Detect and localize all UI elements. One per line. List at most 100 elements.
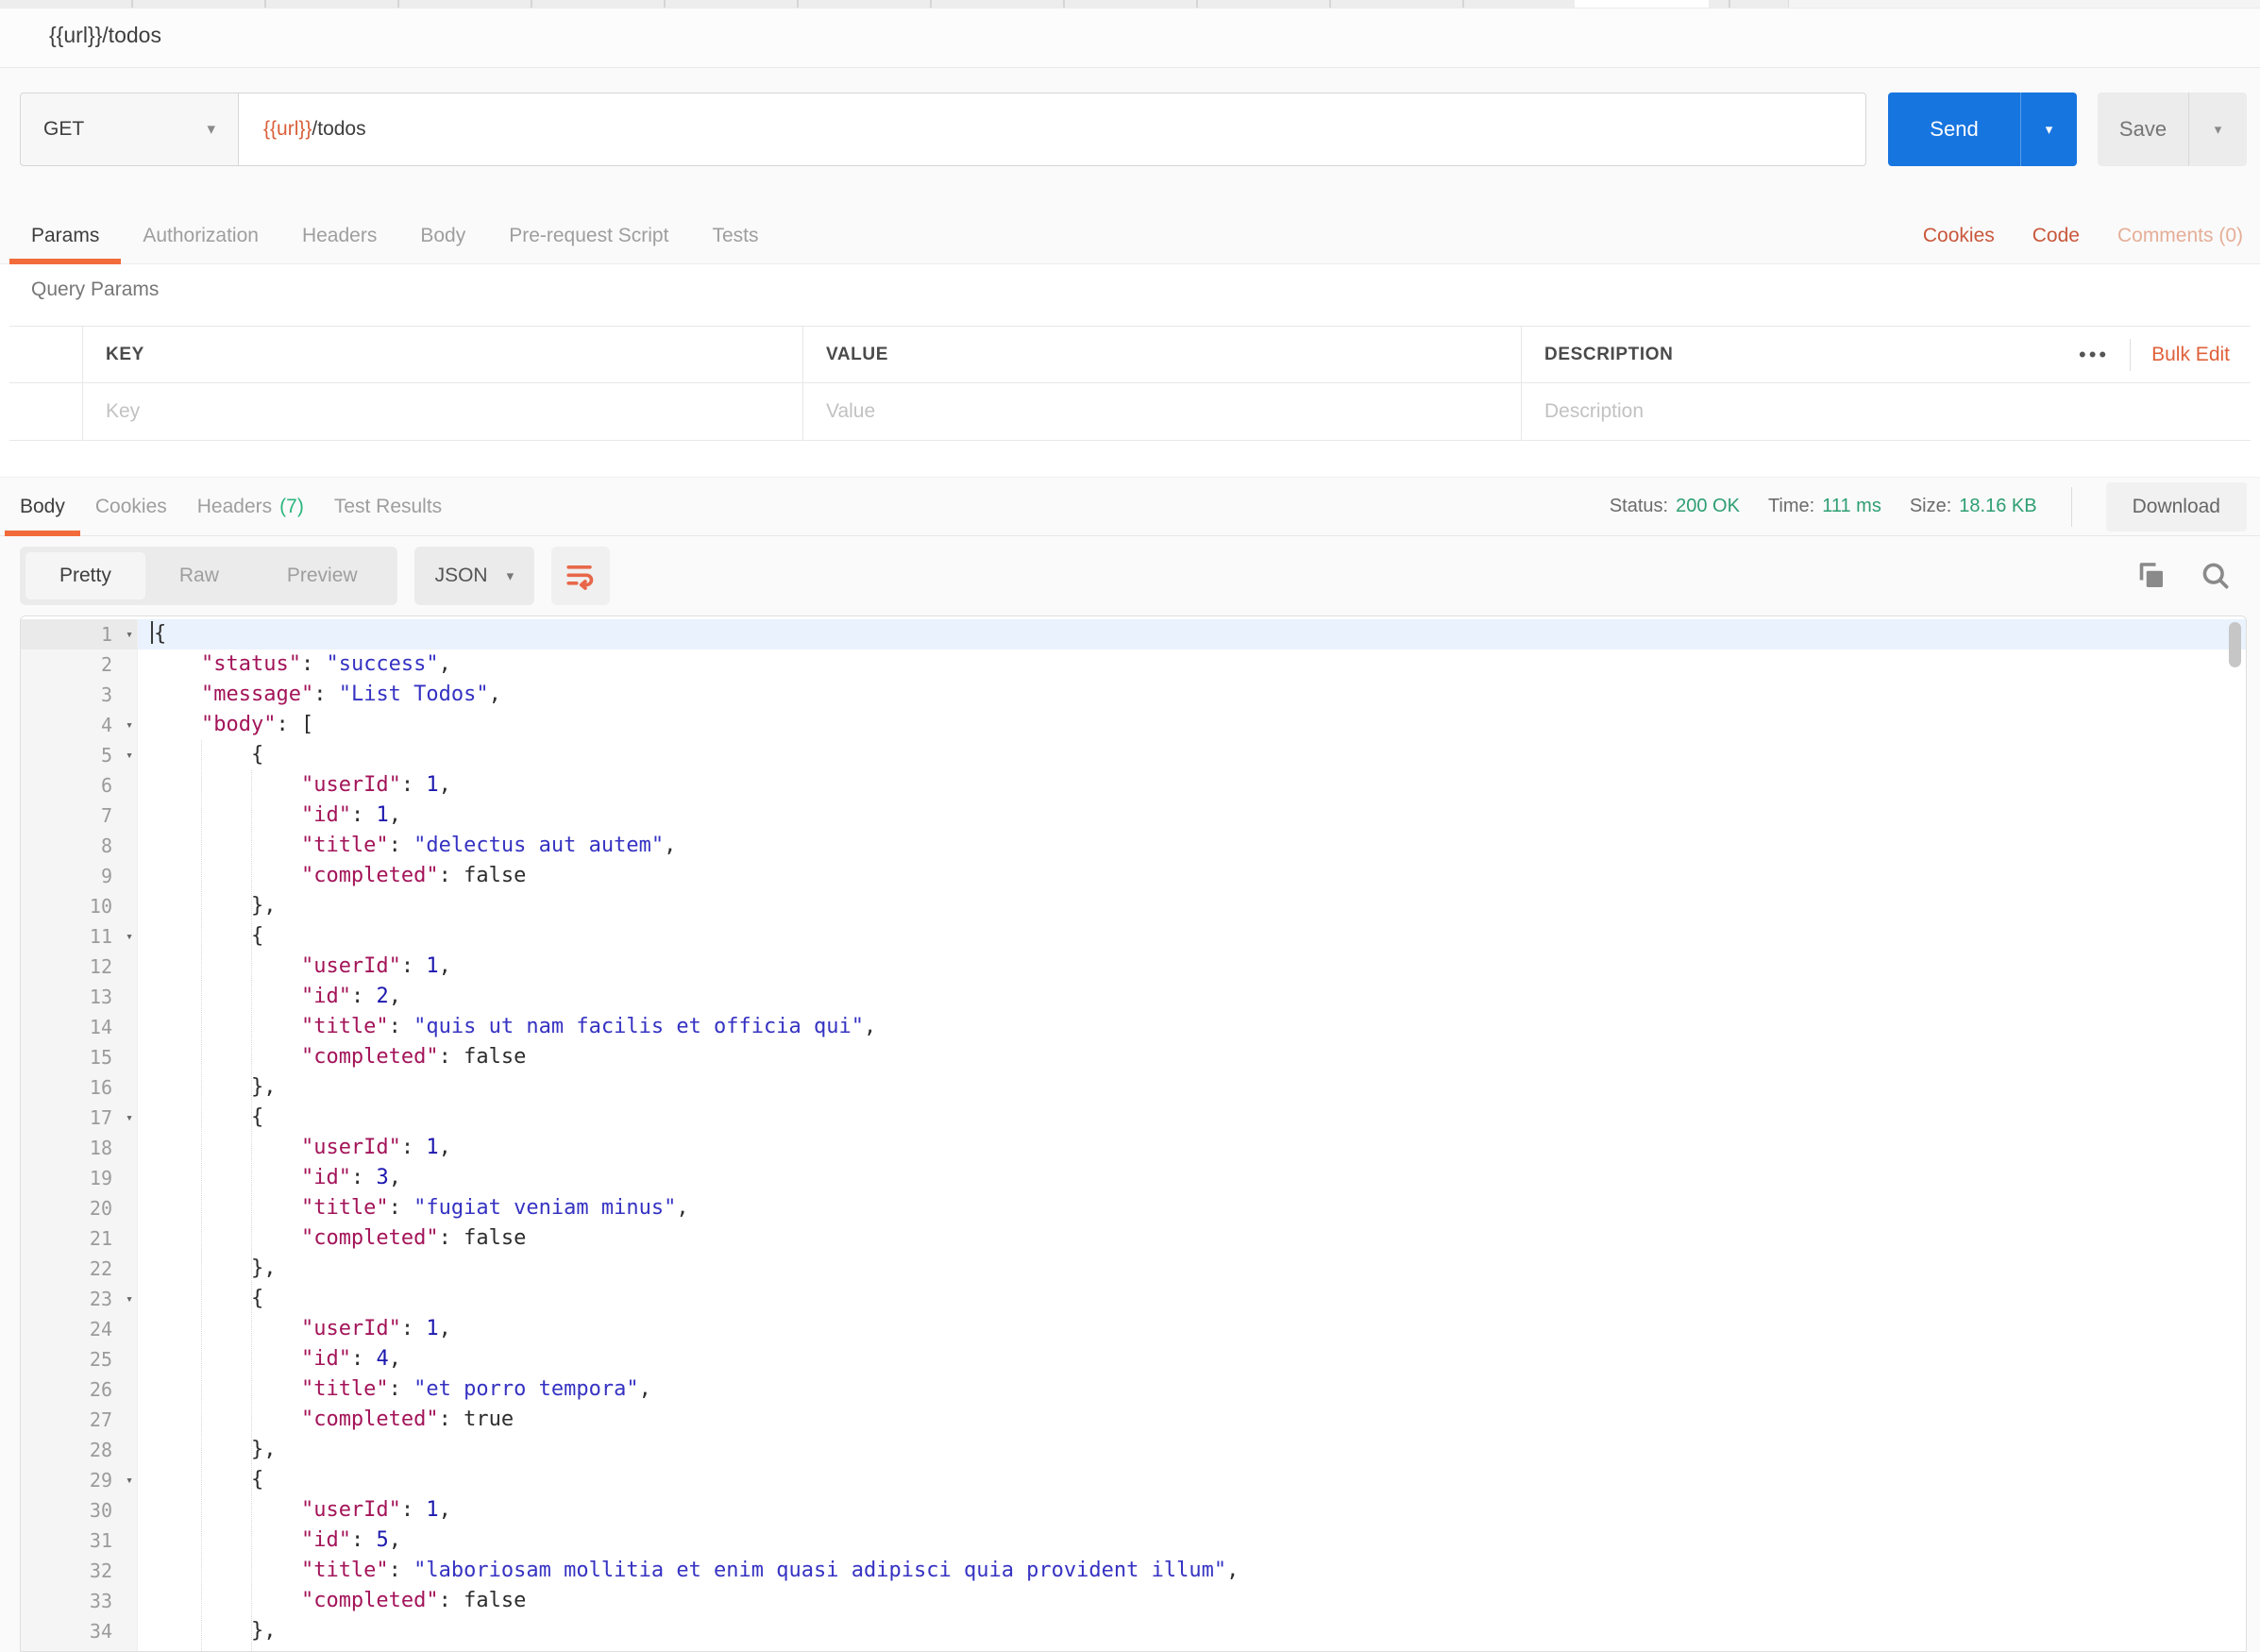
response-tab-test-results[interactable]: Test Results xyxy=(319,478,457,535)
copy-icon xyxy=(2134,559,2168,593)
view-mode-switch: Pretty Raw Preview xyxy=(20,547,397,605)
copy-button[interactable] xyxy=(2130,554,2173,598)
param-key-input[interactable] xyxy=(106,400,767,423)
status-badge: Status: 200 OK xyxy=(1610,496,1740,517)
line-number: 27 xyxy=(90,1405,112,1435)
fold-toggle-icon[interactable]: ▾ xyxy=(126,741,133,771)
table-row xyxy=(9,383,2251,440)
send-button[interactable]: Send xyxy=(1888,93,2020,166)
save-button-group: Save ▾ xyxy=(2098,93,2247,166)
headers-count-badge: (7) xyxy=(279,496,304,518)
line-number: 23 xyxy=(90,1284,112,1314)
code-line: 20 "title": "fugiat veniam minus", xyxy=(21,1193,2246,1223)
param-description-input[interactable] xyxy=(1544,400,2216,423)
fold-toggle-icon[interactable]: ▾ xyxy=(126,1104,133,1134)
view-mode-pretty[interactable]: Pretty xyxy=(25,552,145,599)
size-label: Size: xyxy=(1910,496,1951,517)
save-options-button[interactable]: ▾ xyxy=(2188,93,2247,166)
fold-toggle-icon[interactable]: ▾ xyxy=(126,620,133,650)
line-number: 26 xyxy=(90,1374,112,1405)
table-header-row: KEY VALUE DESCRIPTION ••• Bulk Edit xyxy=(9,327,2251,383)
tab-body[interactable]: Body xyxy=(398,208,487,263)
tab-params[interactable]: Params xyxy=(9,208,121,263)
comments-link[interactable]: Comments (0) xyxy=(2117,225,2243,247)
view-mode-preview[interactable]: Preview xyxy=(253,552,392,599)
send-options-button[interactable]: ▾ xyxy=(2020,93,2077,166)
column-header-key: KEY xyxy=(106,345,144,365)
line-number: 1 xyxy=(101,619,112,649)
line-number: 4 xyxy=(101,710,112,740)
line-number: 14 xyxy=(90,1012,112,1042)
code-line: 12 "userId": 1, xyxy=(21,952,2246,982)
line-number: 32 xyxy=(90,1556,112,1586)
tab-pre-request-script[interactable]: Pre-request Script xyxy=(487,208,690,263)
line-number: 22 xyxy=(90,1254,112,1284)
code-line: 24 "userId": 1, xyxy=(21,1314,2246,1344)
more-options-icon[interactable]: ••• xyxy=(2079,345,2109,365)
tab-headers[interactable]: Headers xyxy=(280,208,398,263)
code-line: 4▾ "body": [ xyxy=(21,710,2246,740)
param-value-input[interactable] xyxy=(826,400,1486,423)
line-number: 31 xyxy=(90,1526,112,1556)
fold-toggle-icon[interactable]: ▾ xyxy=(126,922,133,952)
line-number: 13 xyxy=(90,982,112,1012)
fold-toggle-icon[interactable]: ▾ xyxy=(126,1285,133,1315)
window-tab-active[interactable] xyxy=(1575,0,1709,8)
fold-toggle-icon[interactable]: ▾ xyxy=(126,711,133,741)
code-line: 23▾ { xyxy=(21,1284,2246,1314)
query-params-title: Query Params xyxy=(31,278,159,301)
cookies-link[interactable]: Cookies xyxy=(1923,225,1995,247)
line-number: 2 xyxy=(101,649,112,680)
wrap-text-button[interactable] xyxy=(551,547,610,605)
code-line: 19 "id": 3, xyxy=(21,1163,2246,1193)
scrollbar-thumb[interactable] xyxy=(2229,622,2241,667)
bulk-edit-link[interactable]: Bulk Edit xyxy=(2151,344,2230,366)
window-tabbar-tail xyxy=(1788,0,2260,8)
search-button[interactable] xyxy=(2194,554,2237,598)
line-number: 19 xyxy=(90,1163,112,1193)
response-meta: Status: 200 OK Time: 111 ms Size: 18.16 … xyxy=(1610,478,2260,535)
line-number: 7 xyxy=(101,801,112,831)
postman-app: {{url}}/todos GET ▾ {{url}}/todos Send ▾… xyxy=(0,0,2260,1652)
response-tab-cookies[interactable]: Cookies xyxy=(80,478,182,535)
window-tab-strip[interactable] xyxy=(0,0,2260,8)
url-input[interactable]: {{url}}/todos xyxy=(238,93,1866,166)
indent-guide xyxy=(201,740,202,1651)
response-tab-body[interactable]: Body xyxy=(5,478,80,535)
row-handle-cell xyxy=(9,383,83,440)
fold-toggle-icon[interactable]: ▾ xyxy=(126,1466,133,1496)
params-header-tools: ••• Bulk Edit xyxy=(2079,339,2251,371)
format-label: JSON xyxy=(435,565,488,587)
code-line: 29▾ { xyxy=(21,1465,2246,1495)
method-select[interactable]: GET ▾ xyxy=(20,93,239,166)
time-label: Time: xyxy=(1768,496,1814,517)
response-body-viewer: 1▾{2 "status": "success",3 "message": "L… xyxy=(20,615,2247,1652)
line-number: 28 xyxy=(90,1435,112,1465)
text-cursor xyxy=(151,621,153,644)
code-line: 35 { xyxy=(21,1646,2246,1652)
response-tabs: Body Cookies Headers (7) Test Results xyxy=(5,478,457,535)
code-link[interactable]: Code xyxy=(2032,225,2080,247)
size-badge: Size: 18.16 KB xyxy=(1910,496,2037,517)
tab-tests[interactable]: Tests xyxy=(690,208,780,263)
download-button[interactable]: Download xyxy=(2106,482,2247,531)
status-label: Status: xyxy=(1610,496,1668,517)
response-toolbar: Pretty Raw Preview JSON ▾ xyxy=(0,536,2260,615)
code-line: 14 "title": "quis ut nam facilis et offi… xyxy=(21,1012,2246,1042)
view-mode-raw[interactable]: Raw xyxy=(145,552,253,599)
status-value: 200 OK xyxy=(1676,496,1740,517)
row-handle-column xyxy=(9,327,83,382)
line-number: 18 xyxy=(90,1133,112,1163)
format-select[interactable]: JSON ▾ xyxy=(414,547,535,605)
code-line: 2 "status": "success", xyxy=(21,649,2246,680)
tab-authorization[interactable]: Authorization xyxy=(121,208,280,263)
divider xyxy=(2071,487,2072,527)
code-line: 13 "id": 2, xyxy=(21,982,2246,1012)
line-number: 20 xyxy=(90,1193,112,1223)
line-number: 3 xyxy=(101,680,112,710)
url-path: /todos xyxy=(312,118,365,141)
code-line: 9 "completed": false xyxy=(21,861,2246,891)
response-tab-headers[interactable]: Headers (7) xyxy=(182,478,319,535)
save-button[interactable]: Save xyxy=(2098,93,2188,166)
url-row: GET ▾ {{url}}/todos Send ▾ Save ▾ xyxy=(0,93,2260,166)
